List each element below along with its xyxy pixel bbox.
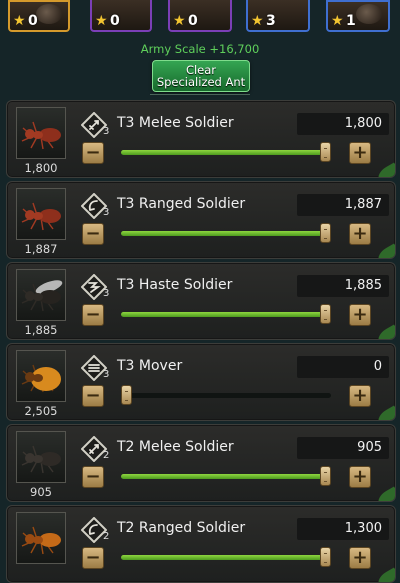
squad-slot-5[interactable]: ★ 1 (326, 0, 390, 32)
squad-slot-2[interactable]: ★ 0 (90, 0, 152, 32)
increase-button[interactable]: + (349, 385, 371, 407)
quantity-input[interactable]: 1,885 (297, 275, 389, 297)
squad-count: 1 (346, 13, 356, 29)
quantity-slider[interactable] (121, 142, 331, 162)
squad-count: 0 (188, 13, 198, 29)
slider-handle[interactable] (320, 304, 331, 324)
ant-portrait (16, 269, 66, 321)
troop-name: T2 Ranged Soldier (117, 520, 246, 536)
slider-fill (121, 150, 326, 155)
quantity-slider[interactable] (121, 466, 331, 486)
slider-fill (121, 312, 326, 317)
tier-number: 3 (103, 126, 110, 137)
troop-name: T3 Haste Soldier (117, 277, 233, 293)
increase-button[interactable]: + (349, 142, 371, 164)
increase-button[interactable]: + (349, 466, 371, 488)
decrease-button[interactable]: − (82, 304, 104, 326)
squad-slot-1[interactable]: ★ 0 (8, 0, 70, 32)
clear-button-line-2: Specialized Ant (156, 75, 246, 89)
slider-handle[interactable] (121, 385, 132, 405)
squad-slot-3[interactable]: ★ 0 (168, 0, 232, 32)
troop-name: T3 Mover (117, 358, 183, 374)
squad-slot-4[interactable]: ★ 3 (246, 0, 310, 32)
army-scale-text: Army Scale +16,700 (140, 42, 260, 56)
tier-number: 3 (103, 369, 110, 380)
decrease-button[interactable]: − (82, 142, 104, 164)
slider-handle[interactable] (320, 547, 331, 567)
quantity-input[interactable]: 1,887 (297, 194, 389, 216)
owned-count: 1,800 (24, 161, 58, 175)
slider-handle[interactable] (320, 142, 331, 162)
ant-portrait (16, 188, 66, 240)
star-icon: ★ (251, 13, 264, 29)
star-icon: ★ (173, 13, 186, 29)
owned-count: 1,887 (24, 242, 58, 256)
quantity-slider[interactable] (121, 223, 331, 243)
star-icon: ★ (331, 13, 344, 29)
troop-name: T3 Ranged Soldier (117, 196, 246, 212)
quantity-input[interactable]: 1,300 (297, 518, 389, 540)
ant-portrait (16, 431, 66, 483)
quantity-input[interactable]: 905 (297, 437, 389, 459)
quantity-slider[interactable] (121, 385, 331, 405)
increase-button[interactable]: + (349, 223, 371, 245)
ant-portrait (16, 350, 66, 402)
slider-handle[interactable] (320, 466, 331, 486)
ant-portrait (16, 107, 66, 159)
troop-name: T2 Melee Soldier (117, 439, 234, 455)
tier-number: 2 (103, 531, 110, 542)
decrease-button[interactable]: − (82, 466, 104, 488)
owned-count: 2,505 (24, 404, 58, 418)
tier-number: 3 (103, 207, 110, 218)
header-divider (150, 88, 250, 95)
slider-fill (121, 474, 326, 479)
squad-count: 0 (28, 13, 38, 29)
troop-row-4: 2,505 3 T3 Mover 0 − + (6, 343, 396, 421)
quantity-slider[interactable] (121, 547, 331, 567)
slider-fill (121, 555, 326, 560)
leaf-decoration (374, 405, 395, 420)
ant-portrait (36, 4, 62, 24)
slider-handle[interactable] (320, 223, 331, 243)
troop-row-5: 905 2 T2 Melee Soldier 905 − + (6, 424, 396, 502)
quantity-input[interactable]: 1,800 (297, 113, 389, 135)
slider-fill (121, 231, 326, 236)
leaf-decoration (374, 243, 395, 258)
owned-count: 905 (30, 485, 52, 499)
troop-name: T3 Melee Soldier (117, 115, 234, 131)
tier-number: 2 (103, 450, 110, 461)
increase-button[interactable]: + (349, 304, 371, 326)
squad-bar: ★ 0 ★ 0 ★ 0 ★ 3 ★ 1 (0, 0, 400, 36)
ant-portrait (356, 4, 382, 24)
ant-portrait (16, 512, 66, 564)
quantity-input[interactable]: 0 (297, 356, 389, 378)
troop-row-1: 1,800 3 T3 Melee Soldier 1,800 − + (6, 100, 396, 178)
decrease-button[interactable]: − (82, 385, 104, 407)
tier-number: 3 (103, 288, 110, 299)
star-icon: ★ (95, 13, 108, 29)
owned-count: 1,885 (24, 323, 58, 337)
troop-row-2: 1,887 3 T3 Ranged Soldier 1,887 − + (6, 181, 396, 259)
squad-count: 3 (266, 13, 276, 29)
leaf-decoration (374, 162, 395, 177)
squad-count: 0 (110, 13, 120, 29)
decrease-button[interactable]: − (82, 547, 104, 569)
star-icon: ★ (13, 13, 26, 29)
troop-row-3: 1,885 3 T3 Haste Soldier 1,885 − + (6, 262, 396, 340)
leaf-decoration (374, 324, 395, 339)
decrease-button[interactable]: − (82, 223, 104, 245)
increase-button[interactable]: + (349, 547, 371, 569)
quantity-slider[interactable] (121, 304, 331, 324)
troop-row-6: 2 T2 Ranged Soldier 1,300 − + (6, 505, 396, 583)
leaf-decoration (374, 486, 395, 501)
